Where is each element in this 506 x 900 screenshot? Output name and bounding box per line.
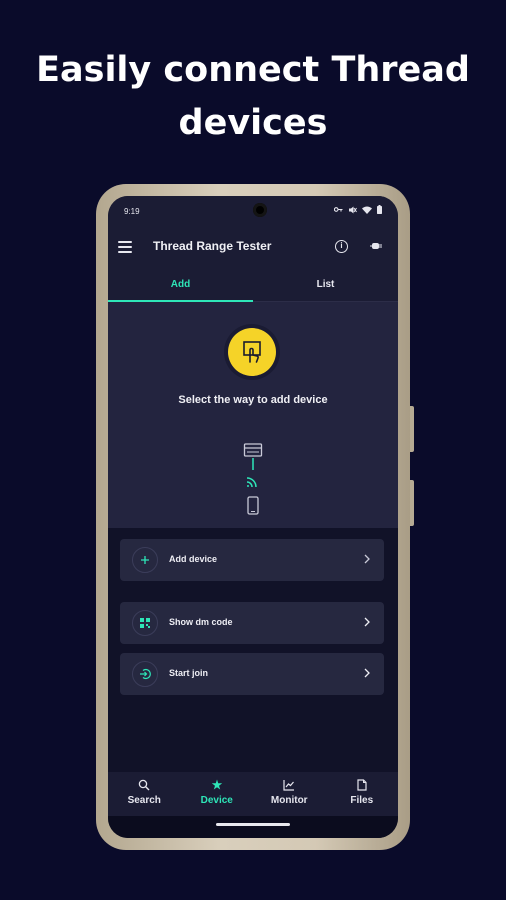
add-device-label: Add device: [169, 554, 218, 564]
chevron-right-icon: [364, 554, 370, 564]
nav-files[interactable]: Files: [326, 772, 399, 816]
phone-screen: 9:19 Thread Range Tester i Add List Sele…: [108, 196, 398, 838]
touch-icon: [228, 328, 276, 376]
nav-search[interactable]: Search: [108, 772, 181, 816]
connection-diagram: [243, 443, 263, 515]
nav-files-label: Files: [350, 795, 374, 806]
nav-monitor[interactable]: Monitor: [253, 772, 326, 816]
tab-add[interactable]: Add: [108, 270, 253, 302]
tab-bar: Add List: [108, 270, 398, 302]
battery-icon: [377, 205, 382, 214]
wifi-icon: [362, 206, 372, 214]
show-dm-code-label: Show dm code: [169, 617, 233, 627]
search-icon: [139, 779, 150, 791]
app-bar: Thread Range Tester i: [108, 226, 398, 270]
tab-list[interactable]: List: [253, 270, 398, 301]
phone-volume-button: [410, 406, 414, 452]
join-icon: [132, 661, 158, 687]
qr-code-icon: [132, 610, 158, 636]
camera-cutout: [253, 203, 267, 217]
app-title: Thread Range Tester: [153, 239, 272, 253]
bottom-navigation: Search Device Monitor Files: [108, 772, 398, 816]
file-icon: [357, 779, 367, 791]
plug-icon[interactable]: [370, 241, 382, 251]
wifi-signal-icon: [246, 477, 257, 488]
info-icon[interactable]: i: [335, 240, 348, 253]
chart-icon: [283, 780, 295, 791]
start-join-button[interactable]: Start join: [120, 653, 384, 695]
add-device-panel: Select the way to add device: [108, 302, 398, 528]
chevron-right-icon: [364, 617, 370, 627]
home-indicator[interactable]: [216, 823, 290, 826]
status-time: 9:19: [124, 207, 140, 216]
nav-device-label: Device: [200, 795, 233, 806]
menu-icon[interactable]: [118, 241, 132, 253]
status-icons: [334, 205, 382, 214]
phone-frame: 9:19 Thread Range Tester i Add List Sele…: [96, 184, 414, 850]
nav-search-label: Search: [127, 795, 161, 806]
add-device-button[interactable]: Add device: [120, 539, 384, 581]
nav-device[interactable]: Device: [181, 772, 254, 816]
add-device-prompt: Select the way to add device: [178, 394, 328, 406]
plus-icon: [132, 547, 158, 573]
promo-headline-line2: devices: [178, 103, 328, 143]
status-bar: 9:19: [108, 196, 398, 226]
phone-icon: [247, 496, 259, 515]
device-star-icon: [211, 779, 222, 790]
key-icon: [334, 207, 343, 212]
nav-monitor-label: Monitor: [270, 795, 308, 806]
gesture-bar-area: [108, 816, 398, 838]
show-dm-code-button[interactable]: Show dm code: [120, 602, 384, 644]
device-icon: [243, 443, 263, 457]
mute-icon: [349, 206, 357, 213]
promo-headline-line1: Easily connect Thread: [36, 50, 470, 90]
start-join-label: Start join: [169, 668, 209, 678]
promo-headline: Easily connect Thread devices: [0, 44, 506, 150]
phone-power-button: [410, 480, 414, 526]
chevron-right-icon: [364, 668, 370, 678]
